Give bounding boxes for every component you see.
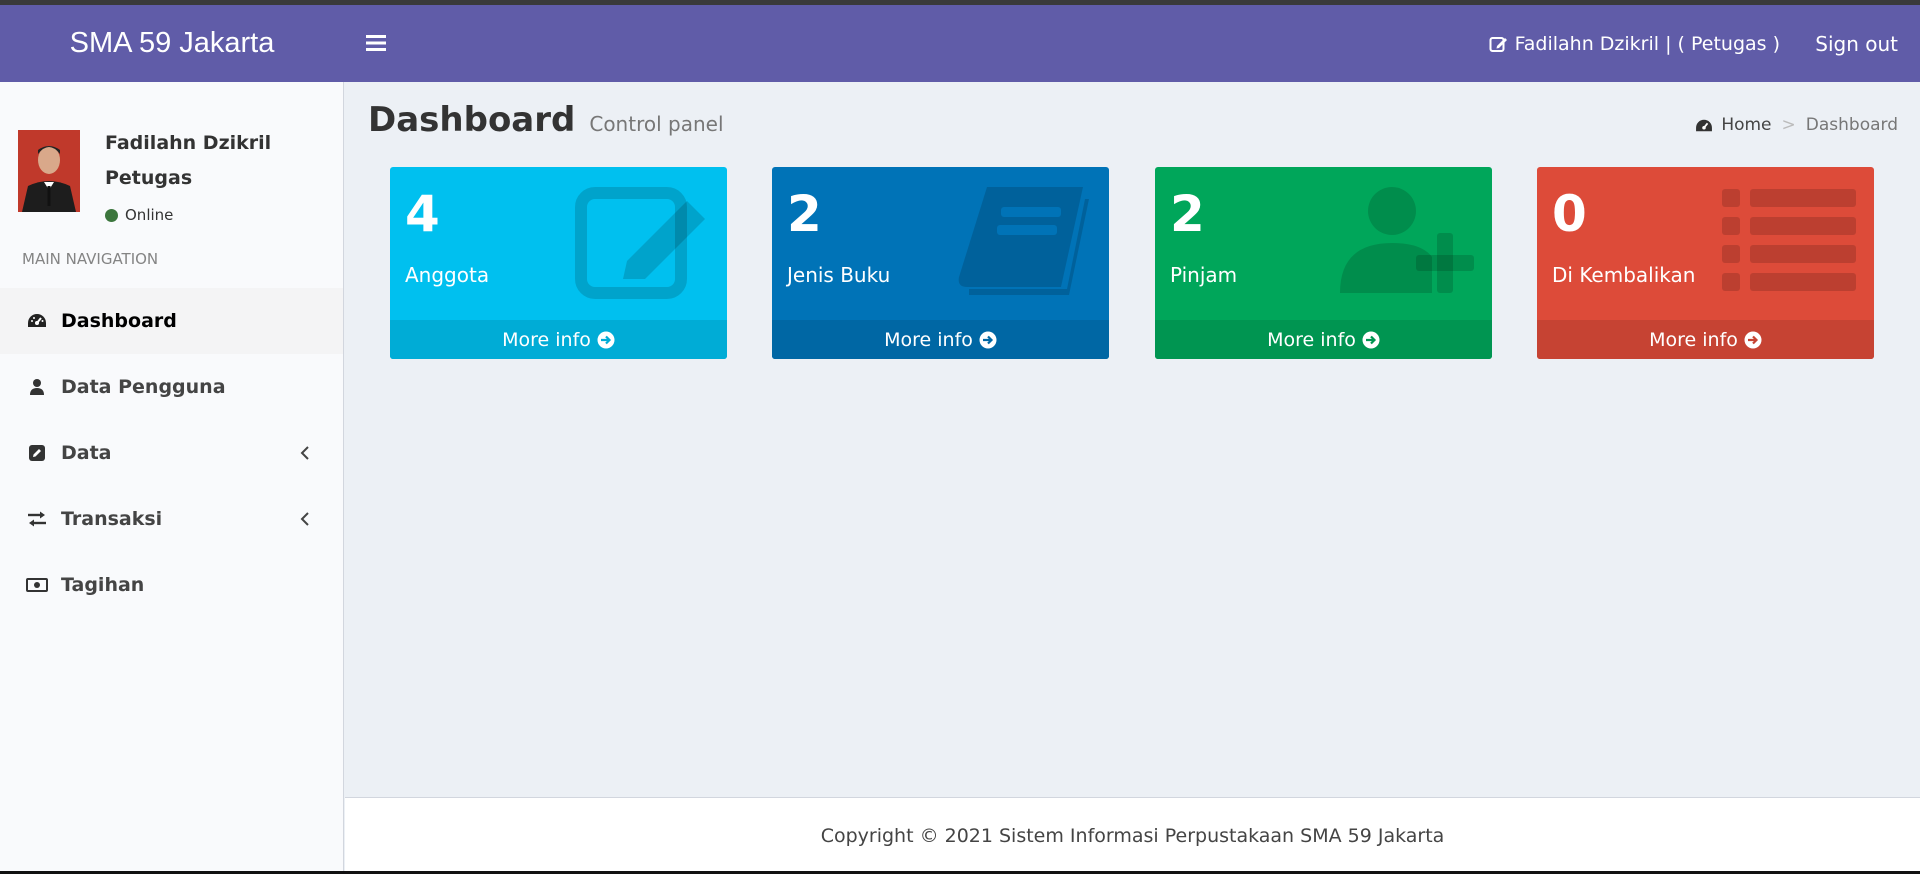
page-footer: Copyright © 2021 Sistem Informasi Perpus… bbox=[345, 797, 1920, 874]
sidebar-item-data[interactable]: Data bbox=[0, 420, 343, 486]
user-role: Petugas bbox=[105, 167, 193, 189]
more-info-label: More info bbox=[1649, 328, 1738, 351]
more-info-link[interactable]: More info bbox=[1155, 320, 1492, 359]
money-icon bbox=[26, 574, 48, 596]
edit-icon bbox=[575, 187, 705, 299]
book-icon bbox=[958, 187, 1089, 295]
sign-out-link[interactable]: Sign out bbox=[1815, 5, 1898, 82]
more-info-label: More info bbox=[502, 328, 591, 351]
breadcrumb-current: Dashboard bbox=[1805, 115, 1898, 135]
user-name: Fadilahn Dzikril bbox=[105, 132, 272, 154]
stat-label: Jenis Buku bbox=[787, 263, 891, 287]
online-dot-icon bbox=[105, 208, 118, 222]
more-info-link[interactable]: More info bbox=[1537, 320, 1874, 359]
more-info-label: More info bbox=[884, 328, 973, 351]
status-text: Online bbox=[125, 206, 174, 224]
avatar bbox=[18, 130, 80, 212]
breadcrumb-home-link[interactable]: Home bbox=[1695, 115, 1772, 135]
status-indicator: Online bbox=[105, 206, 173, 224]
app-frame: SMA 59 Jakarta Fadilahn Dzikril | ( Petu… bbox=[0, 0, 1920, 874]
nav-header: MAIN NAVIGATION bbox=[22, 250, 159, 268]
stat-box-di-kembalikan: 0 Di Kembalikan More info bbox=[1537, 167, 1874, 359]
copyright-text: Copyright © 2021 Sistem Informasi Perpus… bbox=[820, 825, 1445, 847]
sidebar-item-label: Data Pengguna bbox=[61, 376, 226, 398]
breadcrumb-separator: > bbox=[1781, 115, 1796, 135]
dashboard-icon bbox=[26, 310, 48, 332]
arrow-circle-right-icon bbox=[1362, 331, 1380, 348]
stat-box-pinjam: 2 Pinjam More info bbox=[1155, 167, 1492, 359]
stat-label: Di Kembalikan bbox=[1552, 263, 1696, 287]
sidebar-item-label: Data bbox=[61, 442, 112, 464]
page-title: Dashboard bbox=[368, 100, 576, 140]
top-navbar: SMA 59 Jakarta Fadilahn Dzikril | ( Petu… bbox=[0, 5, 1920, 82]
sidebar-item-dashboard[interactable]: Dashboard bbox=[0, 288, 343, 354]
stat-box-jenis-buku: 2 Jenis Buku More info bbox=[772, 167, 1109, 359]
list-icon bbox=[1722, 189, 1856, 291]
dashboard-icon bbox=[1696, 119, 1713, 131]
user-icon bbox=[26, 376, 48, 398]
sidebar-item-label: Dashboard bbox=[61, 310, 177, 332]
breadcrumb: Home > Dashboard bbox=[1695, 115, 1898, 135]
user-panel: Fadilahn Dzikril Petugas Online bbox=[18, 130, 338, 224]
chevron-left-icon bbox=[300, 512, 309, 526]
sidebar-item-tagihan[interactable]: Tagihan bbox=[0, 552, 343, 618]
stat-box-anggota: 4 Anggota More info bbox=[390, 167, 727, 359]
user-menu[interactable]: Fadilahn Dzikril | ( Petugas ) bbox=[1489, 5, 1780, 82]
arrow-circle-right-icon bbox=[1744, 331, 1762, 348]
stat-value: 2 bbox=[787, 185, 822, 243]
stat-value: 0 bbox=[1552, 185, 1587, 243]
chevron-left-icon bbox=[300, 446, 309, 460]
content-header: Dashboard Control panel bbox=[368, 100, 724, 150]
hamburger-icon bbox=[366, 35, 386, 51]
brand-logo[interactable]: SMA 59 Jakarta bbox=[0, 5, 344, 82]
sidebar-item-label: Transaksi bbox=[61, 508, 163, 530]
sidebar-item-label: Tagihan bbox=[61, 574, 145, 596]
page-subtitle: Control panel bbox=[589, 112, 724, 136]
more-info-link[interactable]: More info bbox=[390, 320, 727, 359]
arrow-circle-right-icon bbox=[979, 331, 997, 348]
edit-icon bbox=[1489, 36, 1507, 52]
more-info-link[interactable]: More info bbox=[772, 320, 1109, 359]
breadcrumb-home-label: Home bbox=[1721, 115, 1772, 135]
arrow-circle-right-icon bbox=[597, 331, 615, 348]
stat-label: Anggota bbox=[405, 263, 490, 287]
sidebar: Fadilahn Dzikril Petugas Online MAIN NAV… bbox=[0, 82, 344, 874]
edit-icon bbox=[26, 442, 48, 464]
stat-label: Pinjam bbox=[1170, 263, 1238, 287]
sidebar-toggle-button[interactable] bbox=[360, 27, 392, 59]
sidebar-item-data-pengguna[interactable]: Data Pengguna bbox=[0, 354, 343, 420]
user-menu-label: Fadilahn Dzikril | ( Petugas ) bbox=[1514, 32, 1780, 55]
more-info-label: More info bbox=[1267, 328, 1356, 351]
stat-value: 4 bbox=[405, 185, 440, 243]
sidebar-item-transaksi[interactable]: Transaksi bbox=[0, 486, 343, 552]
sidebar-menu: Dashboard Data Pengguna Data Transaksi T… bbox=[0, 288, 343, 618]
exchange-icon bbox=[26, 508, 48, 530]
user-plus-icon bbox=[1340, 187, 1474, 293]
stat-value: 2 bbox=[1170, 185, 1205, 243]
